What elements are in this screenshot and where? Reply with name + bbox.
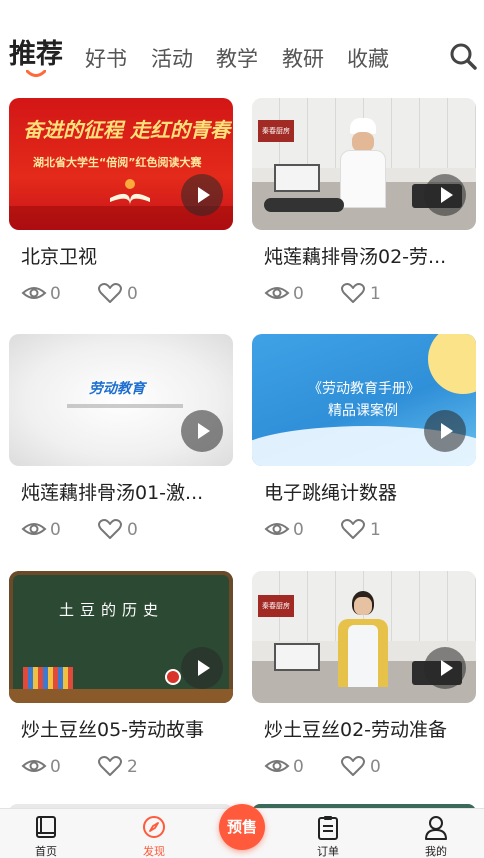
tab-teaching[interactable]: 教学: [216, 44, 258, 74]
thumbnail-caption: 劳动教育: [89, 381, 145, 397]
thumbnail-caption: 湖北省大学生“倍阅”红色阅读大赛: [33, 156, 202, 169]
card-stats: 0 1: [264, 281, 474, 307]
card-title[interactable]: 北京卫视: [21, 244, 231, 270]
presenter-figure: [338, 591, 388, 687]
view-count: 0: [50, 757, 61, 777]
presale-button[interactable]: 预售: [219, 804, 265, 850]
heart-icon[interactable]: [97, 517, 123, 541]
heart-icon[interactable]: [340, 281, 366, 305]
eye-icon: [21, 287, 47, 299]
nav-home-label: 首页: [35, 845, 57, 858]
video-thumbnail[interactable]: 土豆的历史: [9, 571, 233, 703]
eye-icon: [264, 287, 290, 299]
view-count: 0: [293, 757, 304, 777]
alarm-clock: [165, 669, 181, 685]
view-count: 0: [50, 284, 61, 304]
person-icon: [425, 816, 447, 840]
tab-favorites[interactable]: 收藏: [347, 44, 389, 74]
book-stack: [23, 667, 73, 689]
heart-icon[interactable]: [340, 754, 366, 778]
nav-home[interactable]: 首页: [6, 809, 86, 858]
card-title[interactable]: 电子跳绳计数器: [264, 480, 474, 506]
play-icon: [198, 423, 210, 439]
book-icon: [36, 816, 56, 838]
wooden-shelf: [9, 689, 233, 703]
clipboard-icon: [318, 816, 338, 840]
microwave: [274, 164, 320, 192]
play-icon: [441, 187, 453, 203]
tab-activities[interactable]: 活动: [151, 44, 193, 74]
pans: [264, 198, 344, 212]
view-count: 0: [50, 520, 61, 540]
video-thumbnail[interactable]: 秦春厨房: [252, 571, 476, 703]
nav-profile[interactable]: 我的: [396, 809, 476, 858]
play-button[interactable]: [424, 174, 466, 216]
video-thumbnail[interactable]: 劳动教育: [9, 334, 233, 466]
kitchen-sign: 秦春厨房: [258, 120, 294, 142]
book-illustration: [110, 179, 150, 205]
thumbnail-subline: [67, 404, 183, 408]
card-stats: 0 0: [21, 281, 231, 307]
play-button[interactable]: [424, 647, 466, 689]
tab-recommend[interactable]: 推荐: [9, 40, 63, 70]
eye-icon: [21, 760, 47, 772]
card-title[interactable]: 炒土豆丝02-劳动准备: [264, 717, 474, 743]
eye-icon: [264, 523, 290, 535]
chef-figure: [340, 118, 386, 208]
nav-discover-label: 发现: [143, 845, 165, 858]
thumbnail-slogan: 奋进的征程 走红的青春: [23, 118, 230, 142]
play-icon: [198, 187, 210, 203]
nav-discover[interactable]: 发现: [114, 809, 194, 858]
like-count: 2: [127, 757, 138, 777]
heart-icon[interactable]: [97, 281, 123, 305]
thumbnail-caption: 土豆的历史: [59, 601, 165, 619]
kitchen-sign: 秦春厨房: [258, 595, 294, 617]
card-stats: 0 1: [264, 517, 474, 543]
thumbnail-subcaption: 精品课案例: [328, 403, 398, 419]
like-count: 1: [370, 520, 381, 540]
nav-profile-label: 我的: [425, 845, 447, 858]
like-count: 0: [127, 284, 138, 304]
microwave: [274, 643, 320, 671]
play-button[interactable]: [181, 174, 223, 216]
card-stats: 0 0: [264, 754, 474, 780]
like-count: 0: [370, 757, 381, 777]
card-title[interactable]: 炖莲藕排骨汤02-劳...: [264, 244, 474, 270]
play-icon: [441, 660, 453, 676]
thumbnail-caption: 《劳动教育手册》: [308, 381, 420, 397]
heart-icon[interactable]: [340, 517, 366, 541]
video-thumbnail[interactable]: 《劳动教育手册》 精品课案例: [252, 334, 476, 466]
moon-shape: [428, 334, 476, 394]
card-stats: 0 2: [21, 754, 231, 780]
eye-icon: [21, 523, 47, 535]
video-thumbnail[interactable]: 秦春厨房: [252, 98, 476, 230]
search-icon[interactable]: [449, 42, 477, 70]
view-count: 0: [293, 520, 304, 540]
like-count: 0: [127, 520, 138, 540]
play-icon: [198, 660, 210, 676]
card-title[interactable]: 炒土豆丝05-劳动故事: [21, 717, 231, 743]
play-button[interactable]: [181, 410, 223, 452]
active-tab-indicator: [26, 70, 46, 77]
card-title[interactable]: 炖莲藕排骨汤01-激...: [21, 480, 231, 506]
tab-research[interactable]: 教研: [282, 44, 324, 74]
eye-icon: [264, 760, 290, 772]
tab-good-books[interactable]: 好书: [85, 44, 127, 74]
nav-orders-label: 订单: [317, 845, 339, 858]
top-nav: 推荐 好书 活动 教学 教研 收藏: [0, 0, 484, 90]
view-count: 0: [293, 284, 304, 304]
play-button[interactable]: [181, 647, 223, 689]
play-button[interactable]: [424, 410, 466, 452]
play-icon: [441, 423, 453, 439]
compass-icon: [143, 816, 165, 838]
video-thumbnail[interactable]: 奋进的征程 走红的青春 湖北省大学生“倍阅”红色阅读大赛: [9, 98, 233, 230]
nav-orders[interactable]: 订单: [288, 809, 368, 858]
card-stats: 0 0: [21, 517, 231, 543]
like-count: 1: [370, 284, 381, 304]
heart-icon[interactable]: [97, 754, 123, 778]
